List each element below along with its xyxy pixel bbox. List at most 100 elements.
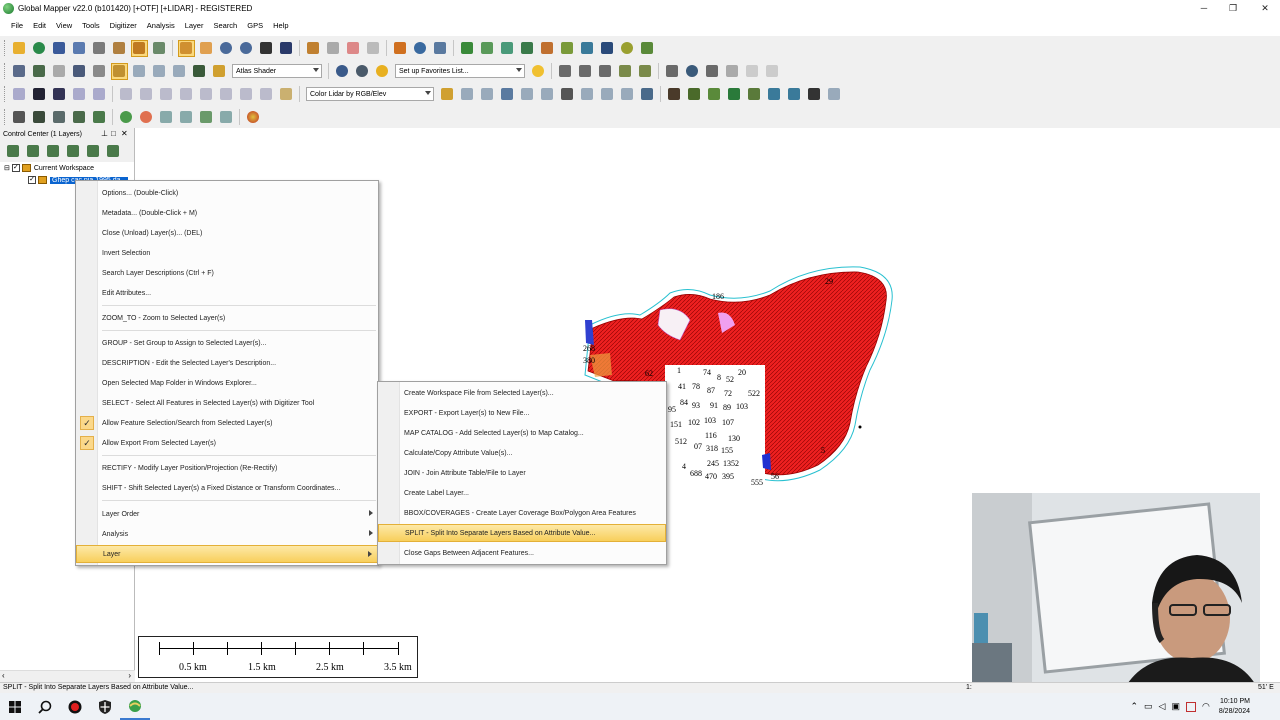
open-folder-icon[interactable] [11, 40, 28, 57]
menu-item-close-layers[interactable]: Close (Unload) Layer(s)... (DEL) [76, 224, 378, 242]
menu-item-create-label-layer[interactable]: Create Label Layer... [378, 484, 666, 502]
lidar-filter-icon[interactable] [151, 63, 168, 80]
toolbar-grip[interactable] [4, 63, 7, 79]
lidar-icon[interactable] [110, 62, 128, 80]
check-mark-icon[interactable] [744, 63, 761, 80]
ground-icon[interactable] [706, 86, 723, 103]
smooth-icon[interactable] [724, 63, 741, 80]
shader-select[interactable]: Atlas Shader [232, 64, 322, 78]
line-tool-6-icon[interactable] [218, 86, 235, 103]
pin-button[interactable]: ⊥ [101, 129, 108, 138]
line-tool-7-icon[interactable] [238, 86, 255, 103]
menu-item-rectify[interactable]: RECTIFY - Modify Layer Position/Projecti… [76, 459, 378, 477]
record-app-icon[interactable] [60, 693, 90, 720]
favorites-select[interactable]: Set up Favorites List... [395, 64, 525, 78]
lidar-color-select[interactable]: Color Lidar by RGB/Elev [306, 87, 434, 101]
vertex-tool-icon[interactable] [51, 86, 68, 103]
menu-item-edit-attributes[interactable]: Edit Attributes... [76, 284, 378, 302]
scroll-left-icon[interactable]: ‹ [2, 671, 5, 680]
restore-button[interactable]: ❐ [1218, 0, 1248, 16]
zoom-in-icon[interactable] [218, 40, 235, 57]
clock[interactable]: 10:10 PM 8/28/2024 [1219, 697, 1250, 717]
menu-tools[interactable]: Tools [77, 21, 105, 30]
projection-icon[interactable] [334, 63, 351, 80]
move-icon[interactable] [764, 63, 781, 80]
hills-icon[interactable] [686, 86, 703, 103]
drop-icon[interactable] [786, 86, 803, 103]
play-icon[interactable] [118, 109, 135, 126]
global-mapper-taskbar-icon[interactable] [120, 693, 150, 720]
gps-mark-icon[interactable] [218, 109, 235, 126]
workspace-checkbox[interactable]: ✓ [11, 164, 20, 172]
lidar-tool-8-icon[interactable] [579, 86, 596, 103]
menu-item-layer[interactable]: Layer [76, 545, 378, 563]
grid-icon[interactable] [639, 40, 656, 57]
lidar-profile-icon[interactable] [131, 63, 148, 80]
menu-item-export[interactable]: EXPORT - Export Layer(s) to New File... [378, 404, 666, 422]
layer-zoom-icon[interactable] [5, 143, 22, 160]
map-icon[interactable] [579, 40, 596, 57]
mountain-icon[interactable] [666, 86, 683, 103]
volume-icon[interactable]: ◁ [1159, 701, 1166, 712]
split-line-icon[interactable] [664, 63, 681, 80]
terrain-icon[interactable] [459, 40, 476, 57]
display-icon[interactable]: ▣ [1171, 701, 1180, 712]
control-center-icon[interactable] [130, 39, 148, 57]
menu-analysis[interactable]: Analysis [142, 21, 180, 30]
layer-visibility-icon[interactable] [105, 143, 122, 160]
menu-search[interactable]: Search [208, 21, 242, 30]
cut-icon[interactable] [599, 40, 616, 57]
add-vertex-icon[interactable] [31, 86, 48, 103]
menu-item-allow-feature-selection[interactable]: ✓ Allow Feature Selection/Search from Sel… [76, 414, 378, 432]
watershed-icon[interactable] [499, 40, 516, 57]
feature-info-icon[interactable] [392, 40, 409, 57]
panel-close-button[interactable]: ✕ [121, 129, 128, 138]
menu-item-map-catalog[interactable]: MAP CATALOG - Add Selected Layer(s) to M… [378, 424, 666, 442]
crosshair-icon[interactable] [71, 86, 88, 103]
pan-tool-icon[interactable] [177, 39, 195, 57]
workspace-icon[interactable] [71, 40, 88, 57]
line-tool-5-icon[interactable] [198, 86, 215, 103]
measure-icon[interactable] [325, 40, 342, 57]
lidar-tool-2-icon[interactable] [459, 86, 476, 103]
landscape-icon[interactable] [31, 109, 48, 126]
line-tool-2-icon[interactable] [138, 86, 155, 103]
color-ball-icon[interactable] [245, 109, 262, 126]
menu-help[interactable]: Help [268, 21, 293, 30]
lidar-filter-funnel-icon[interactable] [439, 86, 456, 103]
menu-item-search-descriptions[interactable]: Search Layer Descriptions (Ctrl + F) [76, 264, 378, 282]
menu-view[interactable]: View [51, 21, 77, 30]
tree-icon[interactable] [726, 86, 743, 103]
close-button[interactable]: ✕ [1250, 0, 1280, 16]
volume-icon[interactable] [519, 40, 536, 57]
lidar-tool-6-icon[interactable] [539, 86, 556, 103]
pencil-icon[interactable] [305, 40, 322, 57]
rotate-icon[interactable] [704, 63, 721, 80]
digitize-curve-icon[interactable] [597, 63, 614, 80]
digitize-edit-icon[interactable] [617, 63, 634, 80]
menu-item-close-gaps[interactable]: Close Gaps Between Adjacent Features... [378, 544, 666, 562]
lidar-tool-9-icon[interactable] [599, 86, 616, 103]
lidar-tool-11-icon[interactable] [639, 86, 656, 103]
menu-item-analysis[interactable]: Analysis [76, 525, 378, 543]
menu-item-calculate-attribute[interactable]: Calculate/Copy Attribute Value(s)... [378, 444, 666, 462]
grid-toggle-icon[interactable] [91, 63, 108, 80]
back-arrow-icon[interactable] [258, 40, 275, 57]
digitize-polyline-icon[interactable] [577, 63, 594, 80]
star-icon[interactable] [530, 63, 547, 80]
lidar-tool-3-icon[interactable] [479, 86, 496, 103]
lidar-tool-10-icon[interactable] [619, 86, 636, 103]
globe-icon[interactable] [31, 40, 48, 57]
menu-layer[interactable]: Layer [180, 21, 209, 30]
workspace-tree-row[interactable]: ⊟ ✓ Current Workspace [0, 162, 134, 174]
menu-item-join[interactable]: JOIN - Join Attribute Table/File to Laye… [378, 464, 666, 482]
search-icon[interactable] [432, 40, 449, 57]
line-tool-8-icon[interactable] [258, 86, 275, 103]
path-profile-icon[interactable] [559, 40, 576, 57]
menu-item-options[interactable]: Options... (Double-Click) [76, 184, 378, 202]
stop-icon[interactable] [138, 109, 155, 126]
menu-item-open-folder[interactable]: Open Selected Map Folder in Windows Expl… [76, 374, 378, 392]
shield-app-icon[interactable] [90, 693, 120, 720]
gps-tool-2-icon[interactable] [91, 109, 108, 126]
menu-item-group[interactable]: GROUP - Set Group to Assign to Selected … [76, 334, 378, 352]
